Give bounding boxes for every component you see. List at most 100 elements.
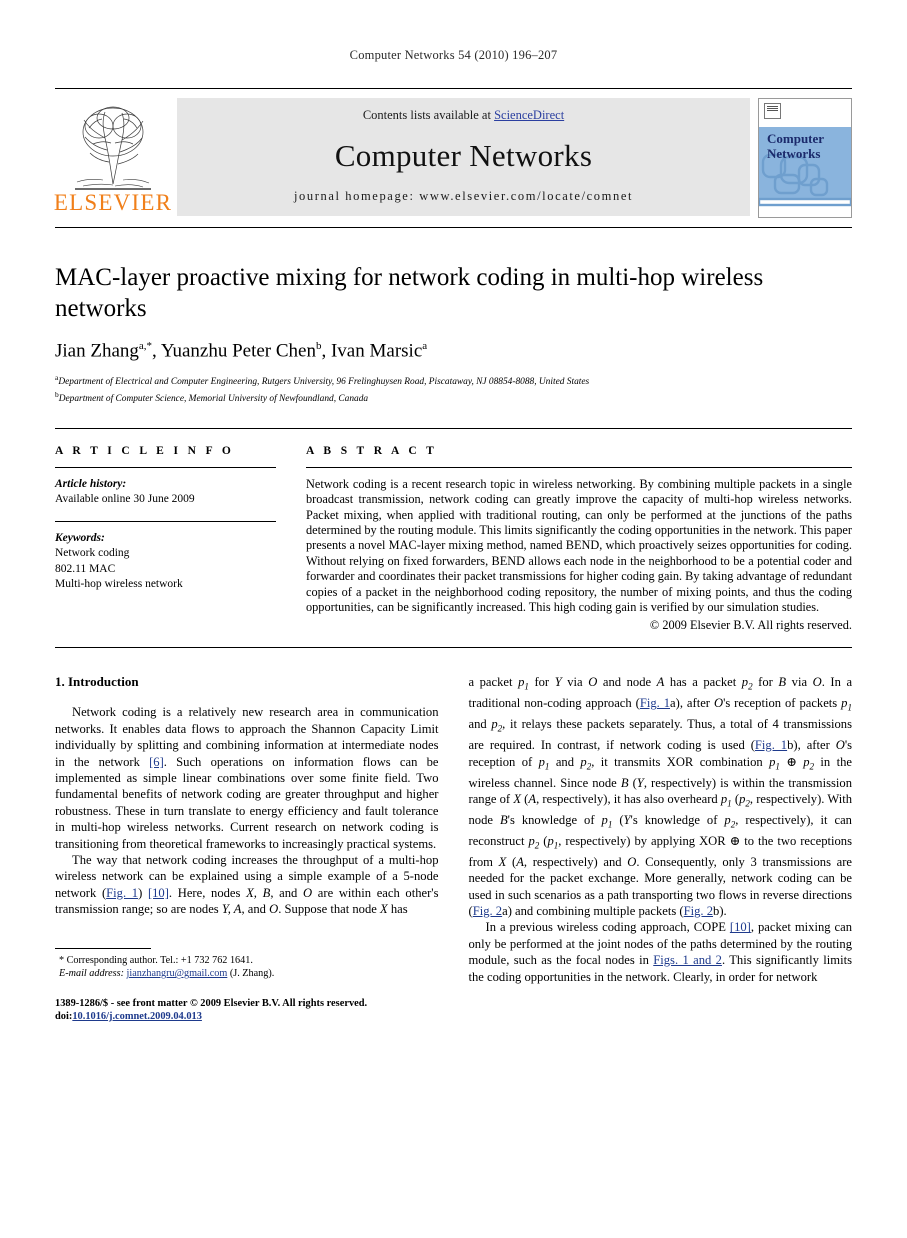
- variable-o: O: [303, 885, 313, 900]
- article-page: Computer Networks 54 (2010) 196–207 ELSE…: [0, 0, 907, 1238]
- para2-text-c: . Here, nodes: [168, 885, 247, 900]
- rc-t33: a) and combining multiple packets (: [502, 903, 684, 918]
- body-columns: 1. Introduction Network coding is a rela…: [55, 674, 852, 1023]
- right-column: a packet p1 for Y via O and node A has a…: [469, 674, 853, 1023]
- para2-text-f: , and: [241, 902, 270, 917]
- rc-t21: , respectively), it has also overheard: [536, 791, 721, 806]
- email-suffix: (J. Zhang).: [227, 968, 275, 980]
- issn-copyright-block: 1389-1286/$ - see front matter © 2009 El…: [55, 997, 439, 1024]
- rc-t3: via: [561, 675, 589, 690]
- footnote-email: E-mail address: jianzhangru@gmail.com (J…: [55, 967, 439, 980]
- cover-title: Computer Networks: [767, 131, 824, 161]
- author-1-sup: a,*: [138, 340, 153, 352]
- figure-ref-1[interactable]: Fig. 1: [106, 886, 138, 900]
- article-info-rule: [55, 466, 276, 468]
- rc-t6: for: [752, 675, 779, 690]
- rc-t7: via: [786, 675, 813, 690]
- keyword-item: 802.11 MAC: [55, 562, 116, 575]
- author-sep-1: ,: [152, 340, 161, 362]
- rc-t4: and node: [597, 675, 657, 690]
- para2-text-d: , and: [270, 885, 303, 900]
- affiliation-a-text: Department of Electrical and Computer En…: [58, 377, 590, 388]
- figure-ref-2a[interactable]: Fig. 2: [473, 904, 502, 918]
- paragraph-intro-3: a packet p1 for Y via O and node A has a…: [468, 675, 853, 918]
- email-label: E-mail address:: [59, 968, 124, 980]
- variable-x: X: [513, 791, 522, 806]
- doi-link[interactable]: 10.1016/j.comnet.2009.04.013: [72, 1011, 202, 1022]
- issn-line: 1389-1286/$ - see front matter © 2009 El…: [55, 997, 368, 1009]
- paragraph-intro-2: The way that network coding increases th…: [55, 852, 439, 918]
- citation-ref-10b[interactable]: [10]: [730, 920, 751, 934]
- para1-text-b: . Such operations on information flows c…: [55, 754, 439, 851]
- figure-ref-1b[interactable]: Fig. 1: [755, 738, 787, 752]
- abstract-text: Network coding is a recent research topi…: [306, 476, 852, 615]
- article-history-value: Available online 30 June 2009: [55, 492, 195, 505]
- rc-t9: a), after: [670, 696, 714, 711]
- author-list: Jian Zhanga,*, Yuanzhu Peter Chenb, Ivan…: [55, 340, 852, 362]
- abstract-heading: A B S T R A C T: [306, 444, 438, 457]
- abstract-rule: [306, 466, 852, 468]
- rc-t16: , it transmits XOR combination: [591, 754, 770, 769]
- variable-o: O: [588, 675, 598, 690]
- rc-t2: for: [528, 675, 555, 690]
- rc-t24: 's knowledge of: [507, 812, 602, 827]
- rc2-t1: In a previous wireless coding approach, …: [485, 920, 730, 935]
- contents-prefix: Contents lists available at: [362, 108, 495, 122]
- contents-line: Contents lists available at ScienceDirec…: [363, 108, 564, 123]
- abstract-copyright: © 2009 Elsevier B.V. All rights reserved…: [649, 618, 852, 633]
- elsevier-wordmark: ELSEVIER: [53, 190, 173, 215]
- masthead-bottom-rule: [55, 227, 852, 228]
- variable-x: X: [380, 902, 388, 917]
- abstract-bottom-rule: [55, 647, 852, 649]
- rc-t30: (: [506, 854, 517, 869]
- journal-homepage[interactable]: journal homepage: www.elsevier.com/locat…: [294, 189, 633, 204]
- paragraph-intro-1: Network coding is a relatively new resea…: [55, 704, 439, 852]
- author-2: Yuanzhu Peter Chen: [160, 340, 316, 362]
- variable-o3: O: [713, 696, 724, 711]
- rc-t25: (: [612, 812, 624, 827]
- figure-ref-1-and-2[interactable]: Figs. 1 and 2: [653, 953, 722, 967]
- journal-band: Contents lists available at ScienceDirec…: [177, 98, 750, 216]
- email-link[interactable]: jianzhangru@gmail.com: [127, 968, 228, 979]
- author-3-sup: a: [422, 340, 428, 352]
- variable-xb: X, B: [246, 885, 271, 900]
- keywords-label: Keywords:: [55, 532, 105, 545]
- journal-cover-thumbnail: Computer Networks: [758, 98, 852, 218]
- citation-ref-6[interactable]: [6]: [149, 755, 164, 769]
- para2-text-b: ): [138, 885, 148, 900]
- journal-title: Computer Networks: [334, 138, 593, 173]
- article-info-column: A R T I C L E I N F O Article history: A…: [55, 445, 300, 634]
- affiliation-b-text: Department of Computer Science, Memorial…: [58, 394, 369, 405]
- sciencedirect-link[interactable]: ScienceDirect: [494, 108, 564, 122]
- figure-ref-2b[interactable]: Fig. 2: [684, 904, 713, 918]
- variable-o2: O: [812, 675, 822, 690]
- rc-t31: , respectively) and: [523, 854, 628, 869]
- footnote-separator: [55, 947, 151, 949]
- para2-text-h: has: [387, 902, 408, 917]
- keywords-rule: [55, 521, 276, 523]
- left-column: 1. Introduction Network coding is a rela…: [55, 674, 439, 1023]
- article-history-label: Article history:: [55, 477, 127, 490]
- page-title: MAC-layer proactive mixing for network c…: [55, 264, 764, 322]
- figure-ref-1a[interactable]: Fig. 1: [640, 696, 670, 710]
- keyword-item: Multi-hop wireless network: [55, 578, 183, 591]
- running-head: Computer Networks 54 (2010) 196–207: [349, 48, 558, 62]
- affiliation-a: aDepartment of Electrical and Computer E…: [55, 372, 852, 389]
- para2-text-g: . Suppose that node: [278, 902, 381, 917]
- rc-t22: (: [731, 791, 740, 806]
- cover-title-line2: Networks: [767, 146, 821, 161]
- elsevier-logo: ELSEVIER: [53, 98, 173, 218]
- citation-ref-10[interactable]: [10]: [148, 886, 169, 900]
- rc-t13: b), after: [787, 738, 836, 753]
- journal-masthead: ELSEVIER Contents lists available at Sci…: [53, 88, 852, 218]
- author-sep-2: ,: [321, 340, 331, 362]
- cover-title-line1: Computer: [767, 131, 825, 146]
- variable-b: B: [778, 675, 787, 690]
- doi-line: doi:10.1016/j.comnet.2009.04.013: [55, 1010, 439, 1024]
- rc-t34: b).: [713, 903, 727, 918]
- footnote-block: * Corresponding author. Tel.: +1 732 762…: [55, 947, 439, 1024]
- elsevier-tree-icon: [75, 106, 151, 190]
- section-heading-introduction: 1. Introduction: [55, 674, 139, 690]
- footnote-corresponding-author: * Corresponding author. Tel.: +1 732 762…: [59, 954, 253, 966]
- affiliation-b: bDepartment of Computer Science, Memoria…: [55, 389, 852, 406]
